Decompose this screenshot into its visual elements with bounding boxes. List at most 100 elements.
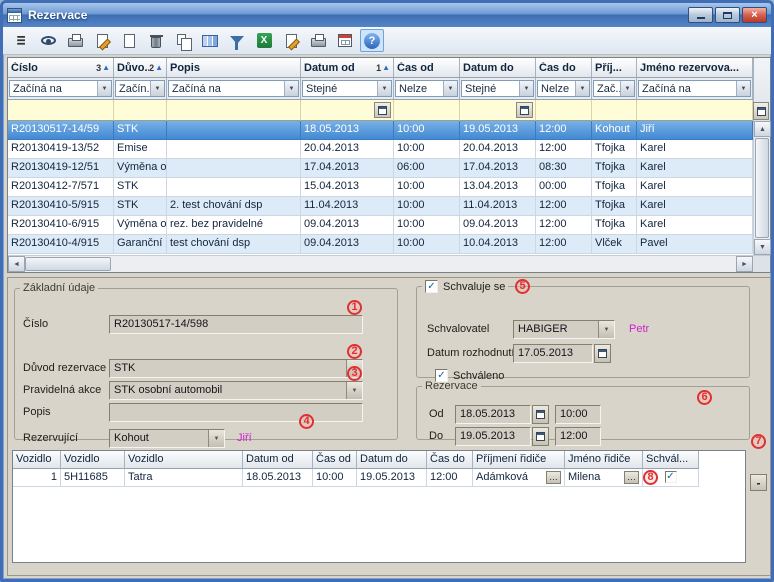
scroll-left-button[interactable]: ◄ xyxy=(8,256,25,272)
table-row[interactable]: R20130419-13/52Emise20.04.201310:0020.04… xyxy=(8,140,753,159)
column-header-4[interactable]: Čas od xyxy=(394,58,460,78)
detail-column-header-3[interactable]: Datum od xyxy=(243,451,313,469)
close-button[interactable]: × xyxy=(742,7,767,23)
filter-operator-combo[interactable]: Začín...▼ xyxy=(115,80,165,97)
schvaluje-se-checkbox[interactable]: ✓ xyxy=(425,280,438,293)
detail-column-header-1[interactable]: Vozidlo xyxy=(61,451,125,469)
dropdown-arrow-icon[interactable]: ▼ xyxy=(208,430,224,447)
schvalovatel-combo[interactable]: HABIGER ▼ xyxy=(513,320,615,339)
dropdown-arrow-icon[interactable]: ▼ xyxy=(736,81,750,96)
column-header-3[interactable]: Datum od1▲ xyxy=(301,58,394,78)
column-header-0[interactable]: Číslo3▲ xyxy=(8,58,114,78)
filter-input-8[interactable] xyxy=(637,100,753,121)
table-row[interactable]: R20130410-6/915Výměna olerez. bez pravid… xyxy=(8,216,753,235)
delete-button[interactable] xyxy=(144,29,168,52)
title-bar[interactable]: Rezervace × xyxy=(3,3,771,27)
maximize-button[interactable] xyxy=(715,7,740,23)
detail-column-header-0[interactable]: Vozidlo xyxy=(13,451,61,469)
cislo-field[interactable]: R20130517-14/598 xyxy=(109,315,363,334)
filter-input-3[interactable] xyxy=(301,100,394,121)
datum-rozhodnuti-calendar-button[interactable] xyxy=(594,344,611,363)
filter-input-6[interactable] xyxy=(536,100,592,121)
data-list-button[interactable]: ≡ xyxy=(9,29,33,52)
calendar-button[interactable] xyxy=(333,29,357,52)
table-row[interactable]: R20130419-12/51Výměna ole17.04.201306:00… xyxy=(8,159,753,178)
filter-input-5[interactable] xyxy=(460,100,536,121)
column-header-6[interactable]: Čas do xyxy=(536,58,592,78)
detail-column-header-6[interactable]: Čas do xyxy=(427,451,473,469)
lookup-ellipsis-button[interactable]: … xyxy=(624,471,639,484)
horizontal-scrollbar[interactable]: ◄ ► xyxy=(8,255,770,272)
horizontal-scroll-thumb[interactable] xyxy=(25,257,111,271)
table-row[interactable]: R20130410-5/915STK2. test chování dsp11.… xyxy=(8,197,753,216)
table-row[interactable]: R20130410-4/915Garanční ptest chování ds… xyxy=(8,235,753,254)
od-calendar-button[interactable] xyxy=(532,405,549,424)
filter-operator-combo[interactable]: Začíná na▼ xyxy=(168,80,299,97)
datum-rozhodnuti-field[interactable]: 17.05.2013 xyxy=(513,344,593,363)
print-preview-button[interactable] xyxy=(63,29,87,52)
column-header-8[interactable]: Jméno rezervova... xyxy=(637,58,753,78)
popis-field[interactable] xyxy=(109,403,363,422)
dropdown-arrow-icon[interactable]: ▼ xyxy=(575,81,589,96)
filter-operator-combo[interactable]: Začíná na▼ xyxy=(9,80,112,97)
filter-calendar-button[interactable] xyxy=(374,102,391,118)
dropdown-arrow-icon[interactable]: ▼ xyxy=(97,81,111,96)
filter-input-0[interactable] xyxy=(8,100,114,121)
filter-input-7[interactable] xyxy=(592,100,637,121)
dropdown-arrow-icon[interactable]: ▼ xyxy=(346,382,362,399)
filter-operator-combo[interactable]: Zač...▼ xyxy=(593,80,635,97)
detail-column-header-2[interactable]: Vozidlo xyxy=(125,451,243,469)
table-row[interactable]: R20130412-7/571STK15.04.201310:0013.04.2… xyxy=(8,178,753,197)
do-date-field[interactable]: 19.05.2013 xyxy=(455,427,531,446)
scroll-up-button[interactable]: ▲ xyxy=(754,121,771,137)
schvalena-checkbox[interactable]: ✓ xyxy=(665,471,677,483)
help-button[interactable]: ? xyxy=(360,29,384,52)
detail-column-header-7[interactable]: Příjmení řidiče xyxy=(473,451,565,469)
filter-calendar-button[interactable] xyxy=(516,102,533,118)
column-header-2[interactable]: Popis xyxy=(167,58,301,78)
blank-page-button[interactable] xyxy=(117,29,141,52)
lookup-ellipsis-button[interactable]: … xyxy=(546,471,561,484)
new-record-button[interactable] xyxy=(90,29,114,52)
filter-button[interactable] xyxy=(225,29,249,52)
rezervujici-combo[interactable]: Kohout ▼ xyxy=(109,429,225,448)
detail-column-header-9[interactable]: Schvál... xyxy=(643,451,699,469)
od-date-field[interactable]: 18.05.2013 xyxy=(455,405,531,424)
filter-input-4[interactable] xyxy=(394,100,460,121)
pravidelna-akce-combo[interactable]: STK osobní automobil ▼ xyxy=(109,381,363,400)
horizontal-scroll-track[interactable] xyxy=(111,256,736,272)
scroll-down-button[interactable]: ▼ xyxy=(754,239,771,255)
vertical-scroll-thumb[interactable] xyxy=(755,138,769,238)
filter-operator-combo[interactable]: Začíná na▼ xyxy=(638,80,751,97)
dropdown-arrow-icon[interactable]: ▼ xyxy=(443,81,457,96)
dropdown-arrow-icon[interactable]: ▼ xyxy=(598,321,614,338)
dropdown-arrow-icon[interactable]: ▼ xyxy=(519,81,533,96)
copy-button[interactable] xyxy=(171,29,195,52)
filter-input-2[interactable] xyxy=(167,100,301,121)
edit-button[interactable] xyxy=(279,29,303,52)
table-row[interactable]: R20130517-14/59STK18.05.201310:0019.05.2… xyxy=(8,121,753,140)
filter-operator-combo[interactable]: Nelze▼ xyxy=(537,80,590,97)
column-header-1[interactable]: Důvo...2▲ xyxy=(114,58,167,78)
print-button[interactable] xyxy=(306,29,330,52)
scroll-right-button[interactable]: ► xyxy=(736,256,753,272)
detail-column-header-4[interactable]: Čas od xyxy=(313,451,357,469)
excel-export-button[interactable]: X xyxy=(252,29,276,52)
dropdown-arrow-icon[interactable]: ▼ xyxy=(150,81,164,96)
dropdown-arrow-icon[interactable]: ▼ xyxy=(620,81,634,96)
vertical-scrollbar[interactable]: ▲ ▼ xyxy=(753,121,770,255)
do-time-field[interactable]: 12:00 xyxy=(555,427,601,446)
dropdown-arrow-icon[interactable]: ▼ xyxy=(284,81,298,96)
od-time-field[interactable]: 10:00 xyxy=(555,405,601,424)
filter-operator-combo[interactable]: Nelze▼ xyxy=(395,80,458,97)
filter-input-1[interactable] xyxy=(114,100,167,121)
columns-button[interactable] xyxy=(198,29,222,52)
minimize-button[interactable] xyxy=(688,7,713,23)
detail-column-header-5[interactable]: Datum do xyxy=(357,451,427,469)
filter-operator-combo[interactable]: Stejné▼ xyxy=(461,80,534,97)
detail-column-header-8[interactable]: Jméno řidiče xyxy=(565,451,643,469)
do-calendar-button[interactable] xyxy=(532,427,549,446)
filter-operator-combo[interactable]: Stejné▼ xyxy=(302,80,392,97)
grid-corner-button[interactable] xyxy=(753,102,769,120)
detail-grid-row[interactable]: 15H11685Tatra18.05.201310:0019.05.201312… xyxy=(13,469,745,487)
